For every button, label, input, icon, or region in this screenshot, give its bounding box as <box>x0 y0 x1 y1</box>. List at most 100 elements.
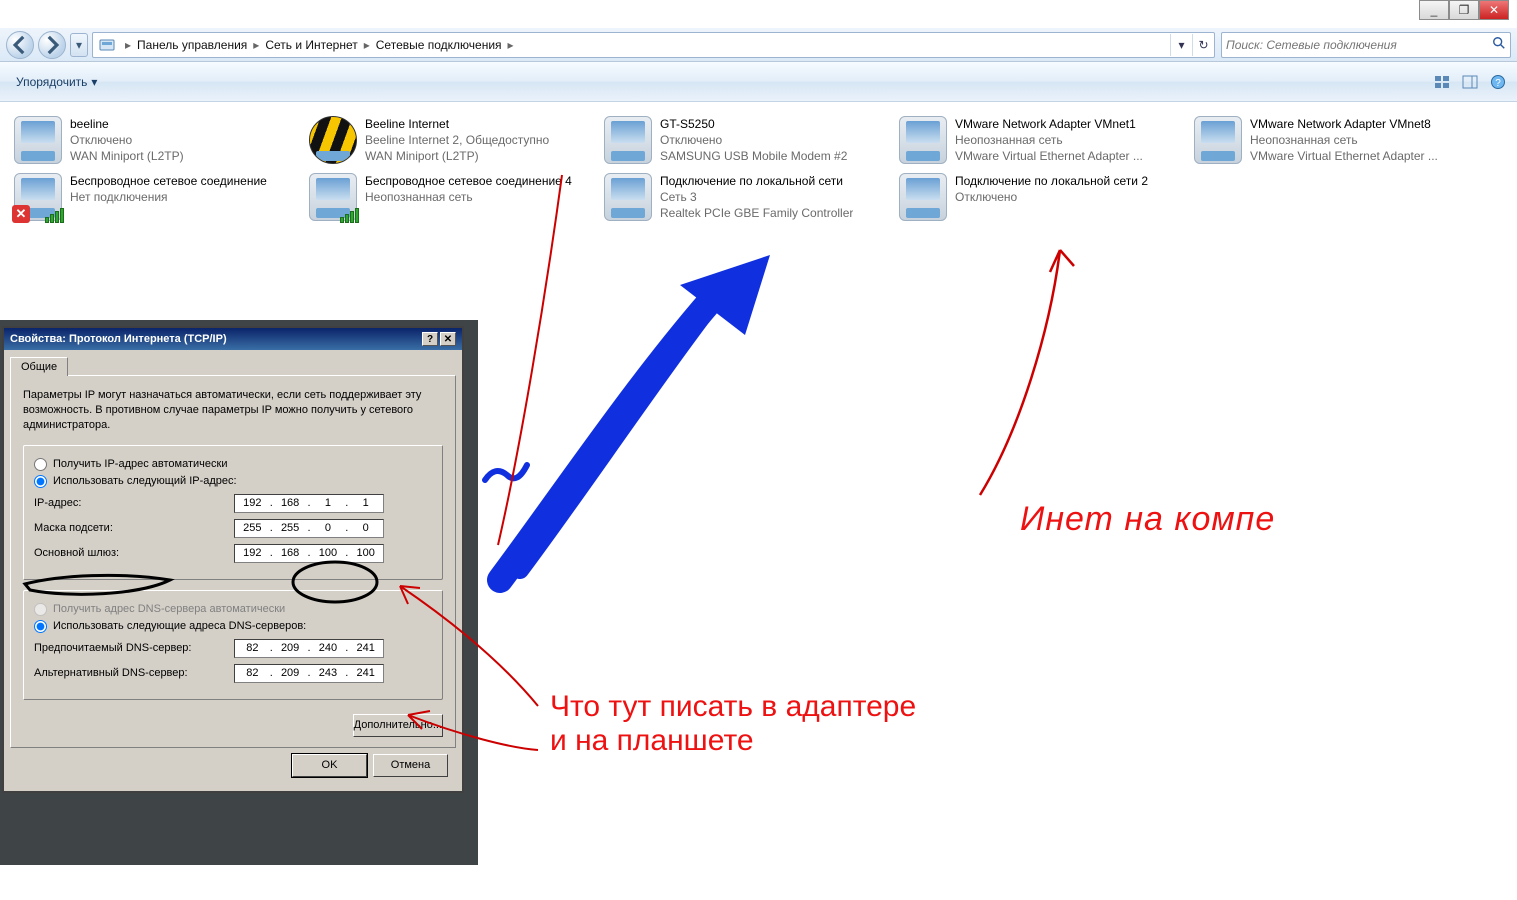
connection-icon <box>14 116 62 164</box>
connection-status: Отключено <box>955 189 1148 205</box>
connection-icon <box>604 173 652 221</box>
help-button[interactable]: ? <box>1487 71 1509 93</box>
radio-ip-manual[interactable] <box>34 475 47 488</box>
connection-device: Realtek PCIe GBE Family Controller <box>660 205 853 221</box>
connection-name: Подключение по локальной сети <box>660 173 853 189</box>
radio-dns-manual-label: Использовать следующие адреса DNS-сервер… <box>53 620 306 632</box>
connection-item[interactable]: ✕ Беспроводное сетевое соединениеНет подк… <box>8 169 303 226</box>
connection-name: beeline <box>70 116 184 132</box>
connection-item[interactable]: VMware Network Adapter VMnet1Неопознанна… <box>893 112 1188 169</box>
dns2-field[interactable]: ... <box>234 664 384 683</box>
connection-item[interactable]: GT-S5250ОтключеноSAMSUNG USB Mobile Mode… <box>598 112 893 169</box>
breadcrumb-2[interactable]: Сеть и Интернет <box>263 38 359 52</box>
dialog-titlebar[interactable]: Свойства: Протокол Интернета (TCP/IP) ? … <box>4 328 462 350</box>
explorer-toolbar: Упорядочить ▾ ? <box>0 62 1517 102</box>
dialog-help-button[interactable]: ? <box>422 332 438 346</box>
gateway-field[interactable]: ... <box>234 544 384 563</box>
view-mode-button[interactable] <box>1431 71 1453 93</box>
connection-icon <box>604 116 652 164</box>
cancel-button[interactable]: Отмена <box>373 754 448 777</box>
connection-status: Нет подключения <box>70 189 267 205</box>
window-min-button[interactable]: _ <box>1419 0 1449 20</box>
breadcrumb-1[interactable]: Панель управления <box>135 38 249 52</box>
organize-button[interactable]: Упорядочить ▾ <box>8 71 105 93</box>
connection-item[interactable]: VMware Network Adapter VMnet8Неопознанна… <box>1188 112 1483 169</box>
preview-pane-button[interactable] <box>1459 71 1481 93</box>
radio-dns-auto-label: Получить адрес DNS-сервера автоматически <box>53 603 285 615</box>
connection-item[interactable]: Beeline InternetBeeline Internet 2, Обще… <box>303 112 598 169</box>
radio-ip-manual-label: Использовать следующий IP-адрес: <box>53 475 237 487</box>
mask-label: Маска подсети: <box>34 522 234 534</box>
dns2-label: Альтернативный DNS-сервер: <box>34 667 234 679</box>
addr-refresh-button[interactable]: ↻ <box>1192 34 1214 56</box>
nav-forward-button[interactable] <box>38 31 66 59</box>
connection-device: SAMSUNG USB Mobile Modem #2 <box>660 148 847 164</box>
connection-name: Беспроводное сетевое соединение 4 <box>365 173 572 189</box>
chevron-icon: ▸ <box>121 38 135 52</box>
search-input[interactable] <box>1226 38 1492 52</box>
dns1-field[interactable]: ... <box>234 639 384 658</box>
connection-name: VMware Network Adapter VMnet1 <box>955 116 1143 132</box>
dialog-close-button[interactable]: ✕ <box>440 332 456 346</box>
ip-field[interactable]: ... <box>234 494 384 513</box>
radio-ip-auto-label: Получить IP-адрес автоматически <box>53 458 227 470</box>
connection-icon <box>309 173 357 221</box>
radio-ip-auto[interactable] <box>34 458 47 471</box>
search-box[interactable] <box>1221 32 1511 58</box>
nav-back-button[interactable] <box>6 31 34 59</box>
dialog-description: Параметры IP могут назначаться автоматич… <box>23 388 443 433</box>
chevron-icon: ▸ <box>360 38 374 52</box>
tab-general[interactable]: Общие <box>10 357 68 376</box>
dialog-title: Свойства: Протокол Интернета (TCP/IP) <box>10 333 227 345</box>
chevron-icon: ▸ <box>249 38 263 52</box>
location-icon <box>99 37 115 53</box>
radio-dns-auto <box>34 603 47 616</box>
window-controls: _ ❐ ✕ <box>1419 0 1509 20</box>
connection-status: Сеть 3 <box>660 189 853 205</box>
addr-dropdown-button[interactable]: ▾ <box>1170 34 1192 56</box>
connection-item[interactable]: beelineОтключеноWAN Miniport (L2TP) <box>8 112 303 169</box>
ip-label: IP-адрес: <box>34 497 234 509</box>
connection-status: Неопознанная сеть <box>955 132 1143 148</box>
gateway-label: Основной шлюз: <box>34 547 234 559</box>
connection-name: VMware Network Adapter VMnet8 <box>1250 116 1438 132</box>
connection-item[interactable]: Беспроводное сетевое соединение 4Неопозн… <box>303 169 598 226</box>
connection-status: Отключено <box>70 132 184 148</box>
dns1-label: Предпочитаемый DNS-сервер: <box>34 642 234 654</box>
chevron-icon: ▸ <box>504 38 518 52</box>
window-close-button[interactable]: ✕ <box>1479 0 1509 20</box>
connection-device: WAN Miniport (L2TP) <box>365 148 549 164</box>
connection-name: GT-S5250 <box>660 116 847 132</box>
connection-name: Подключение по локальной сети 2 <box>955 173 1148 189</box>
ip-group: Получить IP-адрес автоматически Использо… <box>23 445 443 580</box>
connection-status: Неопознанная сеть <box>1250 132 1438 148</box>
ok-button[interactable]: OK <box>292 754 367 777</box>
connection-icon <box>1194 116 1242 164</box>
svg-text:?: ? <box>1495 78 1501 89</box>
chevron-down-icon: ▾ <box>91 75 97 89</box>
connection-device: VMware Virtual Ethernet Adapter ... <box>1250 148 1438 164</box>
connection-name: Беспроводное сетевое соединение <box>70 173 267 189</box>
connection-device: WAN Miniport (L2TP) <box>70 148 184 164</box>
connection-item[interactable]: Подключение по локальной сетиСеть 3Realt… <box>598 169 893 226</box>
search-icon[interactable] <box>1492 36 1506 53</box>
mask-field[interactable]: ... <box>234 519 384 538</box>
breadcrumb-3[interactable]: Сетевые подключения <box>374 38 504 52</box>
connection-icon <box>899 173 947 221</box>
connection-item[interactable]: Подключение по локальной сети 2Отключено <box>893 169 1188 226</box>
radio-dns-manual[interactable] <box>34 620 47 633</box>
connection-icon <box>309 116 357 164</box>
connection-device: VMware Virtual Ethernet Adapter ... <box>955 148 1143 164</box>
advanced-button[interactable]: Дополнительно... <box>353 714 443 737</box>
window-max-button[interactable]: ❐ <box>1449 0 1479 20</box>
connection-status: Отключено <box>660 132 847 148</box>
connection-status: Beeline Internet 2, Общедоступно <box>365 132 549 148</box>
explorer-navbar: ▾ ▸ Панель управления ▸ Сеть и Интернет … <box>0 28 1517 62</box>
address-bar[interactable]: ▸ Панель управления ▸ Сеть и Интернет ▸ … <box>92 32 1215 58</box>
connection-icon <box>899 116 947 164</box>
organize-label: Упорядочить <box>16 75 87 89</box>
tcpip-properties-dialog: Свойства: Протокол Интернета (TCP/IP) ? … <box>2 326 464 793</box>
connection-status: Неопознанная сеть <box>365 189 572 205</box>
nav-history-button[interactable]: ▾ <box>70 33 88 57</box>
connection-icon: ✕ <box>14 173 62 221</box>
